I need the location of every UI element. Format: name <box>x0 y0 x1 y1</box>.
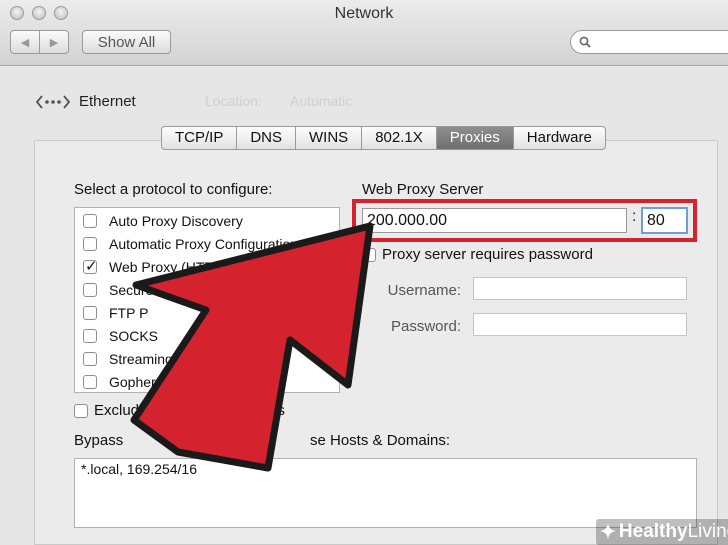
requires-password-label: Proxy server requires password <box>382 246 593 263</box>
username-label: Username: <box>387 282 461 299</box>
bypass-label-middle: ttings for <box>180 432 238 449</box>
bypass-label-start: Bypass <box>74 432 124 449</box>
list-item[interactable]: Web Proxy (HTTP) <box>75 255 339 278</box>
forward-button[interactable]: ▶ <box>39 30 69 54</box>
proxy-server-field[interactable]: 200.000.00 <box>362 208 627 233</box>
list-item-label: Gopher Pr <box>109 373 174 390</box>
tab-8021x[interactable]: 802.1X <box>362 127 437 149</box>
protocol-heading: Select a protocol to configure: <box>74 181 273 198</box>
watermark-light: Living <box>687 521 728 542</box>
list-item-label: Streaming Pr <box>109 350 191 367</box>
search-input[interactable] <box>570 30 728 54</box>
toolbar: Network ◀ ▶ Show All <box>0 0 728 66</box>
exclude-label: Exclude <box>94 402 148 419</box>
username-field[interactable] <box>473 277 687 300</box>
checkbox[interactable] <box>83 236 97 251</box>
checkbox[interactable] <box>83 305 97 320</box>
checkbox[interactable] <box>362 247 376 262</box>
chevron-right-icon: ▶ <box>49 36 59 49</box>
list-item-label: Web Proxy (HTTP) <box>109 258 227 275</box>
port-separator: : <box>632 208 637 225</box>
list-item-label: Secure Web Pr <box>109 281 204 298</box>
list-item[interactable]: Gopher Pr <box>75 370 339 393</box>
bypass-label-end: se Hosts & Domains: <box>310 432 451 449</box>
list-item[interactable]: FTP P <box>75 301 339 324</box>
service-name: Ethernet <box>79 93 136 110</box>
checkbox[interactable] <box>83 213 97 228</box>
requires-password-checkbox[interactable]: Proxy server requires password <box>362 246 593 263</box>
checkbox[interactable] <box>83 328 97 343</box>
checkbox[interactable] <box>83 282 97 297</box>
list-item-label: SOCKS <box>109 327 159 344</box>
list-item-label: Automatic Proxy Configuration <box>109 235 299 252</box>
list-item[interactable]: Streaming Pr <box>75 347 339 370</box>
checkbox[interactable] <box>83 351 97 366</box>
location-value: Automatic <box>290 93 353 109</box>
proxy-port-field[interactable]: 80 <box>641 207 688 234</box>
list-item[interactable]: Auto Proxy Discovery <box>75 209 339 232</box>
protocol-list[interactable]: Auto Proxy Discovery Automatic Proxy Con… <box>74 207 340 393</box>
list-item[interactable]: Automatic Proxy Configuration <box>75 232 339 255</box>
list-item-label: Auto Proxy Discovery <box>109 212 243 229</box>
password-label: Password: <box>390 318 461 335</box>
ethernet-icon <box>36 95 70 109</box>
show-all-button[interactable]: Show All <box>82 30 171 54</box>
list-item[interactable]: SOCKS <box>75 324 339 347</box>
leaf-icon: ✦ <box>600 521 616 543</box>
exclude-label-tail: osts <box>257 402 285 419</box>
watermark-bold: Healthy <box>618 521 688 542</box>
watermark-logo: ✦ Healthy Living <box>596 519 728 545</box>
search-icon <box>579 36 591 48</box>
location-label: Location: <box>205 93 262 109</box>
checkbox-checked[interactable] <box>83 257 98 275</box>
tab-hardware[interactable]: Hardware <box>514 127 605 149</box>
tab-proxies[interactable]: Proxies <box>436 127 514 149</box>
tab-tcpip[interactable]: TCP/IP <box>162 127 238 149</box>
tab-dns[interactable]: DNS <box>237 127 297 149</box>
tab-wins[interactable]: WINS <box>296 127 363 149</box>
list-item-label: FTP P <box>109 304 149 321</box>
back-button[interactable]: ◀ <box>10 30 40 54</box>
web-proxy-heading: Web Proxy Server <box>362 181 484 198</box>
tab-bar: TCP/IP DNS WINS 802.1X Proxies Hardware <box>161 126 606 150</box>
window-title: Network <box>334 5 394 22</box>
password-field[interactable] <box>473 313 687 336</box>
exclude-simple-hostnames-checkbox[interactable]: Exclude osts <box>74 402 285 419</box>
checkbox[interactable] <box>83 374 97 389</box>
checkbox[interactable] <box>74 403 88 418</box>
list-item[interactable]: Secure Web Pr <box>75 278 339 301</box>
bypass-hosts-field[interactable]: *.local, 169.254/16 <box>74 458 697 528</box>
chevron-left-icon: ◀ <box>20 36 30 49</box>
